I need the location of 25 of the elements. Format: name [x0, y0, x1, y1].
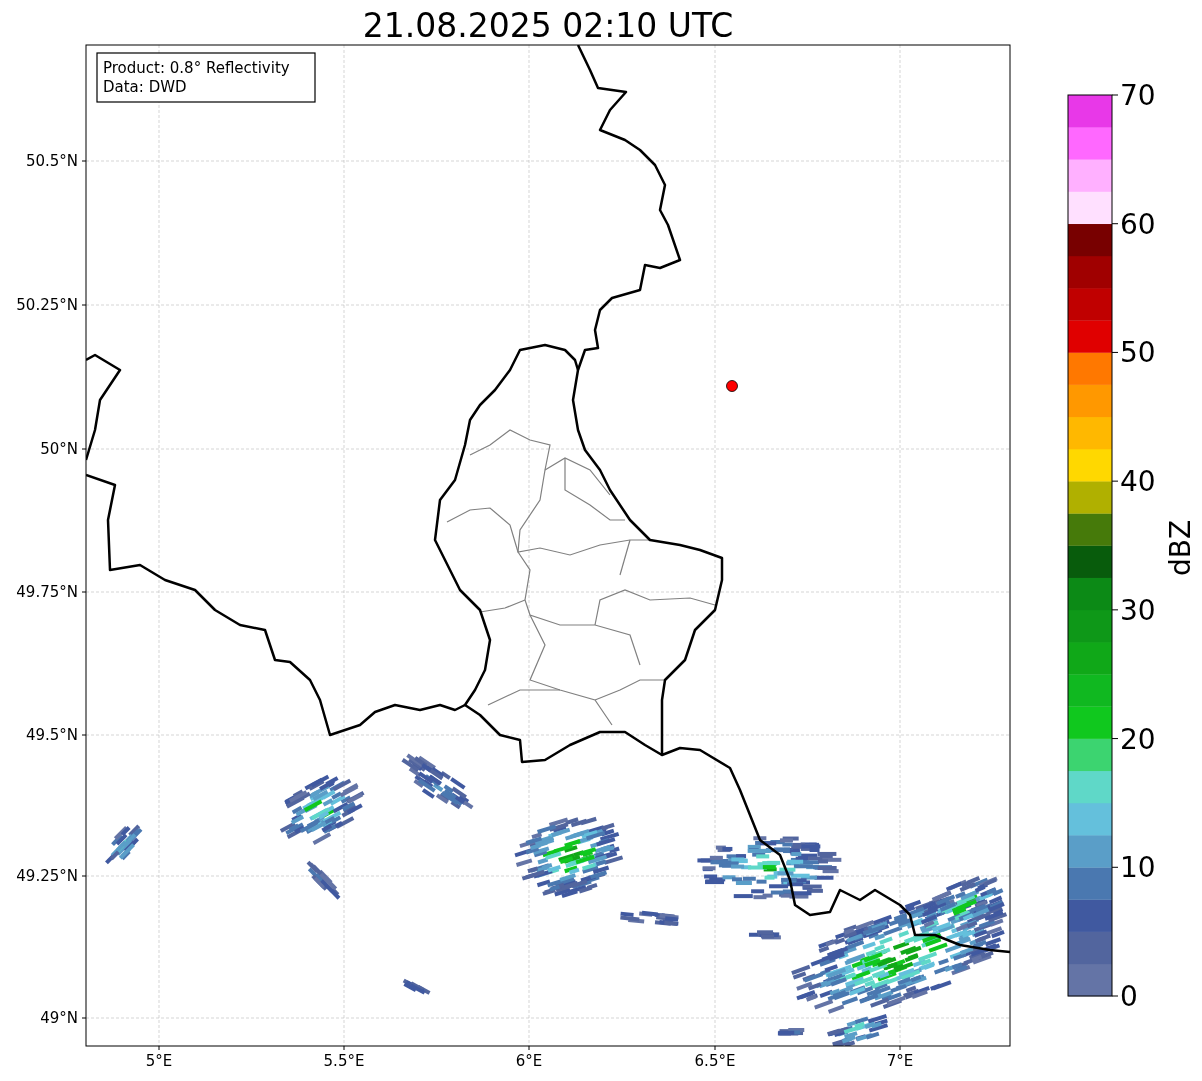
- longitude-label: 5.5°E: [323, 1052, 365, 1070]
- latitude-label: 49°N: [40, 1009, 78, 1027]
- longitude-label: 6°E: [515, 1052, 543, 1070]
- colorbar-tick-label: 10: [1120, 851, 1156, 885]
- station-marker: [726, 380, 738, 392]
- info-text: Product: 0.8° Reflectivity: [103, 59, 290, 77]
- colorbar-tick-label: 0: [1120, 980, 1138, 1013]
- latitude-label: 50.5°N: [25, 152, 78, 170]
- latitude-label: 50°N: [40, 440, 78, 458]
- chart-title: 21.08.2025 02:10 UTC: [362, 6, 734, 45]
- colorbar-label: dBZ: [1164, 519, 1197, 577]
- latitude-label: 49.25°N: [16, 867, 78, 885]
- colorbar-tick-label: 60: [1120, 207, 1156, 241]
- colorbar-tick-label: 70: [1120, 79, 1156, 112]
- latitude-label: 49.5°N: [25, 726, 78, 744]
- latitude-label: 49.75°N: [16, 583, 78, 601]
- longitude-label: 5°E: [145, 1052, 173, 1070]
- colorbar-tick-label: 20: [1120, 722, 1156, 756]
- colorbar-tick-label: 40: [1120, 465, 1156, 499]
- info-text: Data: DWD: [103, 78, 187, 96]
- colorbar-tick-label: 50: [1120, 336, 1156, 370]
- latitude-label: 50.25°N: [16, 296, 78, 314]
- colorbar-tick-label: 30: [1120, 593, 1156, 627]
- longitude-label: 6.5°E: [694, 1052, 736, 1070]
- longitude-label: 7°E: [886, 1052, 914, 1070]
